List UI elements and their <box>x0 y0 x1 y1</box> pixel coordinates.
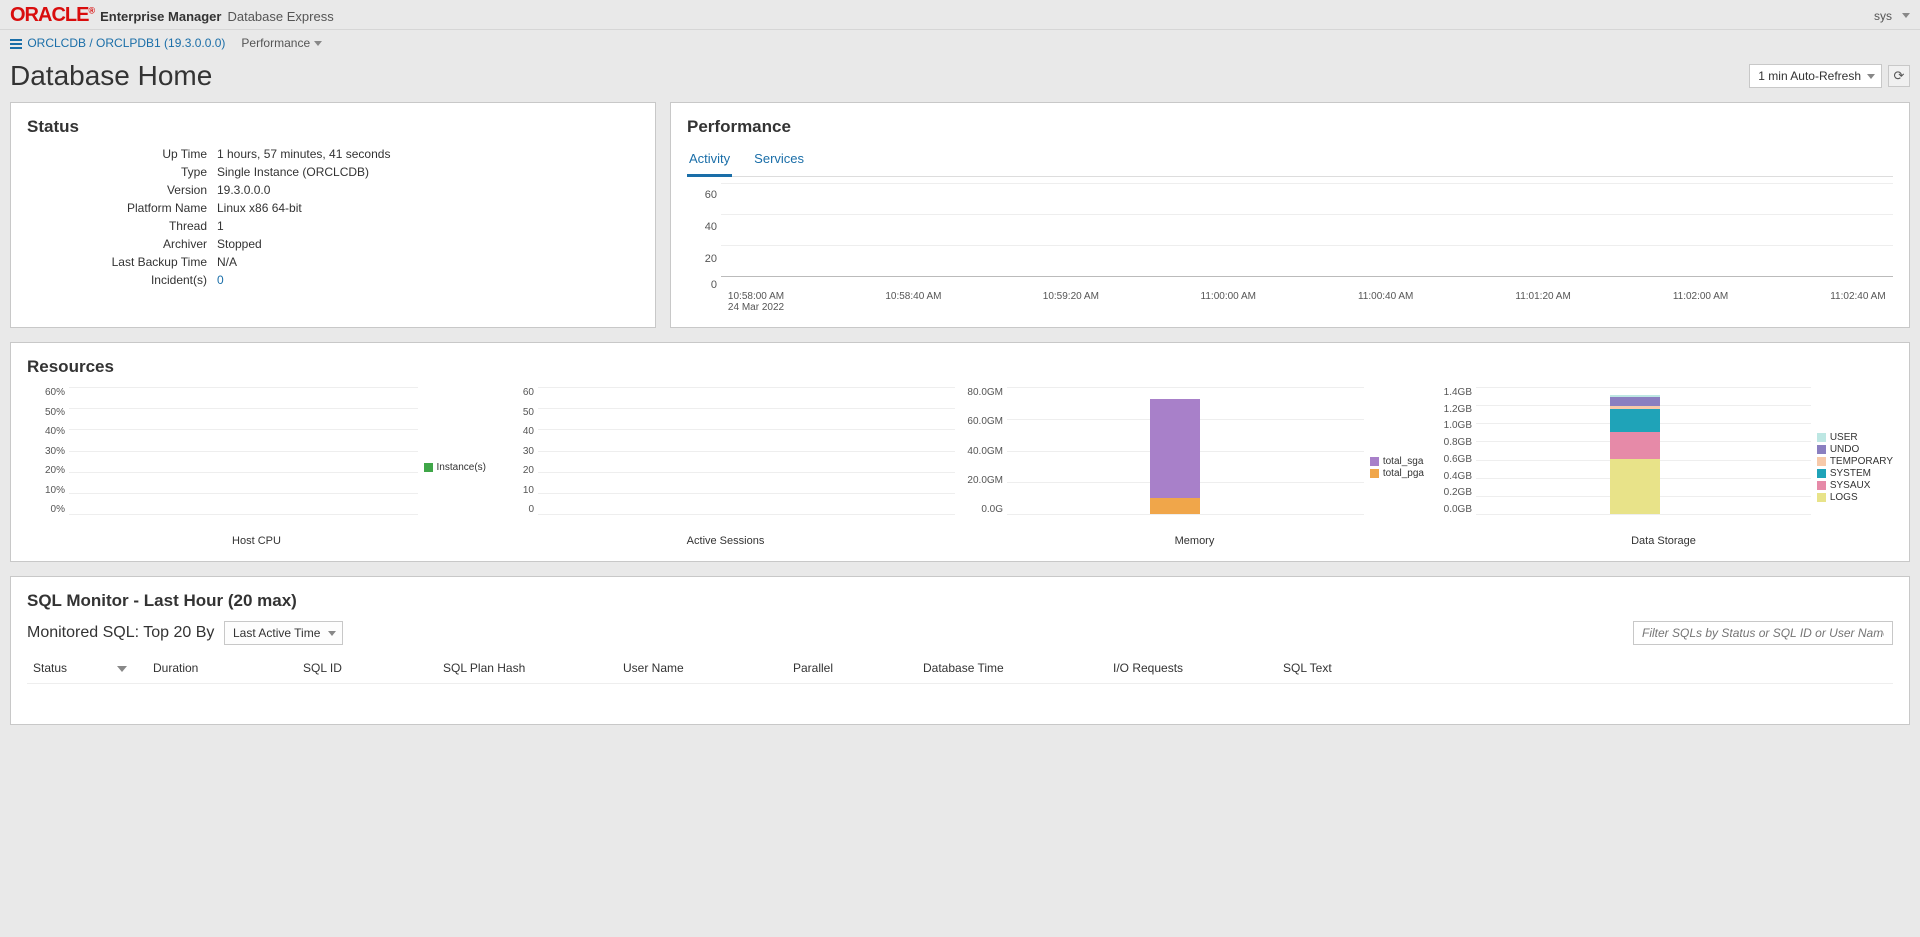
status-panel: Status Up Time 1 hours, 57 minutes, 41 se… <box>10 102 656 328</box>
row-1: Status Up Time 1 hours, 57 minutes, 41 se… <box>0 102 1920 342</box>
performance-title: Performance <box>687 117 1893 137</box>
topbar-left: ORACLE® Enterprise Manager Database Expr… <box>10 4 334 27</box>
refresh-button[interactable]: ⟳ <box>1888 65 1910 87</box>
user-menu[interactable]: sys <box>1874 9 1910 23</box>
axis-y: 6040200 <box>687 183 717 291</box>
em-text: Enterprise Manager <box>100 9 221 24</box>
status-label: Archiver <box>47 237 207 251</box>
sql-sub-row: Monitored SQL: Top 20 By Last Active Tim… <box>27 621 1893 645</box>
column-header[interactable]: Duration <box>147 659 297 677</box>
column-header[interactable]: SQL ID <box>297 659 437 677</box>
column-header[interactable]: Parallel <box>787 659 917 677</box>
database-icon <box>10 39 22 49</box>
sql-filter-input[interactable] <box>1633 621 1893 645</box>
breadcrumb[interactable]: ORCLCDB / ORCLPDB1 (19.3.0.0.0) <box>10 36 225 50</box>
status-label: Version <box>47 183 207 197</box>
oracle-logo: ORACLE® <box>10 4 94 27</box>
status-value: Single Instance (ORCLCDB) <box>217 165 639 179</box>
monitored-sql-label: Monitored SQL: Top 20 By <box>27 624 214 641</box>
chart-host_cpu: 60%50%40%30%20%10%0%Instance(s)Host CPU <box>27 387 486 547</box>
status-value: 1 hours, 57 minutes, 41 seconds <box>217 147 639 161</box>
performance-tabs: Activity Services <box>687 147 1893 177</box>
user-label: sys <box>1874 9 1892 23</box>
topbar: ORACLE® Enterprise Manager Database Expr… <box>0 0 1920 30</box>
status-table: Up Time 1 hours, 57 minutes, 41 seconds Ty… <box>47 147 639 287</box>
refresh-icon: ⟳ <box>1894 68 1905 84</box>
status-label: Platform Name <box>47 201 207 215</box>
chart-memory: 80.0GM60.0GM40.0GM20.0GM0.0Gtotal_sgatot… <box>965 387 1424 547</box>
status-title: Status <box>27 117 639 137</box>
status-label: Last Backup Time <box>47 255 207 269</box>
column-header[interactable]: SQL Plan Hash <box>437 659 617 677</box>
performance-panel: Performance Activity Services 6040200 10… <box>670 102 1910 328</box>
sort-icon <box>117 666 127 672</box>
refresh-interval-select[interactable]: 1 min Auto-Refresh <box>1749 64 1882 88</box>
tab-activity[interactable]: Activity <box>687 147 732 177</box>
tab-services[interactable]: Services <box>752 147 806 176</box>
sql-table-header: StatusDurationSQL IDSQL Plan HashUser Na… <box>27 659 1893 684</box>
status-value: N/A <box>217 255 639 269</box>
chart-data_storage: 1.4GB1.2GB1.0GB0.8GB0.6GB0.4GB0.2GB0.0GB… <box>1434 387 1893 547</box>
column-header[interactable]: Status <box>27 659 147 677</box>
resources-panel: Resources 60%50%40%30%20%10%0%Instance(s… <box>10 342 1910 562</box>
status-label: Up Time <box>47 147 207 161</box>
column-header[interactable]: I/O Requests <box>1107 659 1277 677</box>
chart-active_sessions: 6050403020100Active Sessions <box>496 387 955 547</box>
page-title: Database Home <box>10 60 212 92</box>
row-2: Resources 60%50%40%30%20%10%0%Instance(s… <box>0 342 1920 576</box>
refresh-controls: 1 min Auto-Refresh ⟳ <box>1749 64 1910 88</box>
row-3: SQL Monitor - Last Hour (20 max) Monitor… <box>0 576 1920 739</box>
plot-area <box>721 183 1893 277</box>
axis-x: 10:58:00 AM24 Mar 202210:58:40 AM10:59:2… <box>721 291 1893 313</box>
status-value: Stopped <box>217 237 639 251</box>
status-value[interactable]: 0 <box>217 273 639 287</box>
column-header[interactable]: Database Time <box>917 659 1107 677</box>
status-value: 19.3.0.0.0 <box>217 183 639 197</box>
activity-chart: 6040200 10:58:00 AM24 Mar 202210:58:40 A… <box>687 183 1893 313</box>
chevron-down-icon <box>314 41 322 46</box>
charts-row: 60%50%40%30%20%10%0%Instance(s)Host CPU6… <box>27 387 1893 547</box>
status-label: Incident(s) <box>47 273 207 287</box>
resources-title: Resources <box>27 357 1893 377</box>
sql-monitor-panel: SQL Monitor - Last Hour (20 max) Monitor… <box>10 576 1910 725</box>
status-value: Linux x86 64-bit <box>217 201 639 215</box>
status-value: 1 <box>217 219 639 233</box>
chevron-down-icon <box>1902 13 1910 18</box>
chevron-down-icon <box>328 631 336 636</box>
sql-sort-select[interactable]: Last Active Time <box>224 621 343 645</box>
performance-menu[interactable]: Performance <box>241 36 322 50</box>
breadcrumb-row: ORCLCDB / ORCLPDB1 (19.3.0.0.0) Performa… <box>0 30 1920 56</box>
de-text: Database Express <box>227 9 333 24</box>
sql-monitor-title: SQL Monitor - Last Hour (20 max) <box>27 591 1893 611</box>
title-row: Database Home 1 min Auto-Refresh ⟳ <box>0 56 1920 102</box>
column-header[interactable]: User Name <box>617 659 787 677</box>
status-label: Type <box>47 165 207 179</box>
status-label: Thread <box>47 219 207 233</box>
column-header[interactable]: SQL Text <box>1277 659 1893 677</box>
chevron-down-icon <box>1867 74 1875 79</box>
monitored-sql-label-group: Monitored SQL: Top 20 By Last Active Tim… <box>27 621 343 645</box>
